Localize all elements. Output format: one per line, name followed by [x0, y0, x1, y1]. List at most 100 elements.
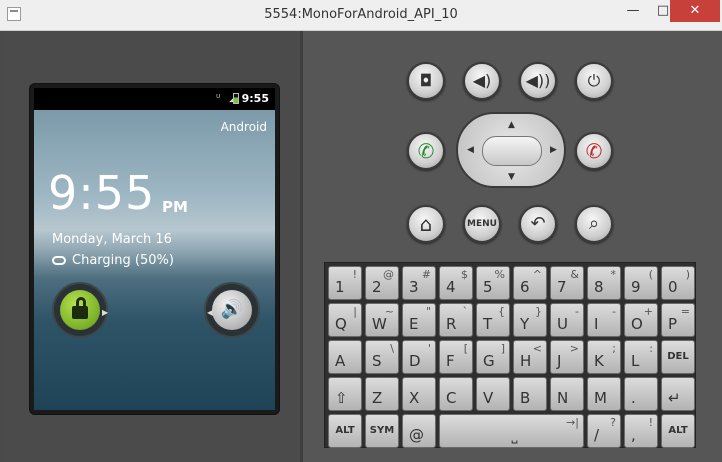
- key-c[interactable]: C: [439, 377, 473, 411]
- key-7[interactable]: 7 &: [550, 266, 584, 300]
- key-8[interactable]: 8 *: [587, 266, 621, 300]
- key-main-label: @: [409, 426, 424, 444]
- key-alt[interactable]: ALT: [661, 414, 695, 448]
- key-0[interactable]: 0): [661, 266, 695, 300]
- key-2[interactable]: 2 @: [365, 266, 399, 300]
- key-sym42[interactable]: @: [402, 414, 436, 448]
- key-main-label: 9: [631, 278, 641, 296]
- sound-slider-tab[interactable]: ◀ 🔊: [204, 282, 260, 338]
- key-9[interactable]: 9(: [624, 266, 658, 300]
- key-alt-label: =: [680, 305, 690, 318]
- key-5[interactable]: 5%: [476, 266, 510, 300]
- key-g[interactable]: G]: [476, 340, 510, 374]
- key-n[interactable]: N: [550, 377, 584, 411]
- key-sym[interactable]: SYM: [365, 414, 399, 448]
- key-e[interactable]: E ": [402, 303, 436, 337]
- key-alt-label: ^: [532, 268, 542, 281]
- key-o[interactable]: O +: [624, 303, 658, 337]
- unlock-slider-tab[interactable]: ▶: [52, 282, 108, 338]
- key-alt-label: ~: [384, 305, 394, 318]
- key-l[interactable]: L:: [624, 340, 658, 374]
- key-alt-label: :: [649, 342, 653, 355]
- charging-text: Charging (50%): [72, 253, 174, 268]
- key-sym39[interactable]: ↵: [661, 377, 695, 411]
- call-button[interactable]: ✆: [407, 132, 445, 170]
- key-alt-label: ": [425, 305, 431, 318]
- key-main-label: 5: [483, 278, 493, 296]
- key-k[interactable]: K;: [587, 340, 621, 374]
- key-b[interactable]: B: [513, 377, 547, 411]
- key-s[interactable]: S \: [365, 340, 399, 374]
- key-4[interactable]: 4 $: [439, 266, 473, 300]
- key-main-label: V: [483, 389, 494, 407]
- key-d[interactable]: D ': [402, 340, 436, 374]
- key-main-label: K: [594, 352, 604, 370]
- lock-screen[interactable]: Android 9:55 PM Monday, March 16 Chargin…: [34, 110, 275, 410]
- key-sym38[interactable]: .: [624, 377, 658, 411]
- camera-button[interactable]: ◘: [407, 62, 445, 100]
- menu-button[interactable]: MENU: [463, 205, 501, 243]
- key-alt-label: +: [643, 305, 653, 318]
- key-x[interactable]: X: [402, 377, 436, 411]
- dpad-center-button[interactable]: [482, 136, 542, 166]
- key-main-label: 0: [668, 278, 678, 296]
- dpad[interactable]: ▲ ▼ ◀ ▶: [456, 112, 566, 188]
- key-a[interactable]: A: [328, 340, 362, 374]
- key-main-label: G: [483, 352, 495, 370]
- status-bar: ᵁ ◢ 9:55: [34, 88, 275, 110]
- volume-down-button[interactable]: ◀): [463, 62, 501, 100]
- key-alt-label: ;: [612, 342, 616, 355]
- key-6[interactable]: 6 ^: [513, 266, 547, 300]
- home-button[interactable]: ⌂: [407, 205, 445, 243]
- key-3[interactable]: 3 #: [402, 266, 436, 300]
- key-main-label: Z: [372, 389, 383, 407]
- key-label: DEL: [667, 351, 689, 362]
- key-sym44[interactable]: /?: [587, 414, 621, 448]
- qwerty-keyboard: 1! 2 @3 #4 $5% 6 ^ 7 & 8 * 9(0) Q | W ~ E " R ` T{Y} U - I - O + P =…: [324, 262, 696, 448]
- key-w[interactable]: W ~: [365, 303, 399, 337]
- key-q[interactable]: Q |: [328, 303, 362, 337]
- key-main-label: .: [631, 389, 636, 407]
- status-time: 9:55: [241, 92, 269, 105]
- key-main-label: H: [520, 352, 532, 370]
- key-alt-label: >: [569, 342, 579, 355]
- key-alt-label: ]: [500, 342, 505, 355]
- key-f[interactable]: F[: [439, 340, 473, 374]
- key-t[interactable]: T{: [476, 303, 510, 337]
- search-button[interactable]: ⌕: [575, 205, 613, 243]
- key-i[interactable]: I-: [587, 303, 621, 337]
- key-alt-label: `: [462, 305, 469, 318]
- dpad-right-icon[interactable]: ▶: [550, 145, 557, 155]
- key-j[interactable]: J >: [550, 340, 584, 374]
- key-u[interactable]: U-: [550, 303, 584, 337]
- dpad-left-icon[interactable]: ◀: [467, 145, 474, 155]
- key-alt-label: $: [461, 268, 468, 281]
- dpad-up-icon[interactable]: ▲: [508, 120, 515, 130]
- end-call-button[interactable]: ✆: [575, 132, 613, 170]
- close-button[interactable]: ✕: [670, 0, 720, 22]
- key-z[interactable]: Z: [365, 377, 399, 411]
- dpad-down-icon[interactable]: ▼: [508, 172, 515, 182]
- key-sym43[interactable]: ⎵ →|: [439, 414, 584, 448]
- sound-icon: 🔊: [212, 290, 252, 330]
- key-sym30[interactable]: ⇧: [328, 377, 362, 411]
- key-sym45[interactable]: ,!: [624, 414, 658, 448]
- key-del[interactable]: DEL: [661, 340, 695, 374]
- back-button[interactable]: ↶: [519, 205, 557, 243]
- key-alt-label: }: [535, 305, 542, 318]
- key-y[interactable]: Y}: [513, 303, 547, 337]
- key-m[interactable]: M: [587, 377, 621, 411]
- charging-icon: [52, 256, 66, 265]
- key-v[interactable]: V: [476, 377, 510, 411]
- key-1[interactable]: 1!: [328, 266, 362, 300]
- key-main-label: ⎵: [511, 426, 518, 444]
- key-h[interactable]: H <: [513, 340, 547, 374]
- power-button[interactable]: ⏻: [575, 62, 613, 100]
- key-main-label: L: [631, 352, 640, 370]
- key-alt[interactable]: ALT: [328, 414, 362, 448]
- key-p[interactable]: P =: [661, 303, 695, 337]
- volume-up-button[interactable]: ◀)): [519, 62, 557, 100]
- lock-ampm: PM: [162, 198, 188, 216]
- key-main-label: D: [409, 352, 421, 370]
- key-r[interactable]: R `: [439, 303, 473, 337]
